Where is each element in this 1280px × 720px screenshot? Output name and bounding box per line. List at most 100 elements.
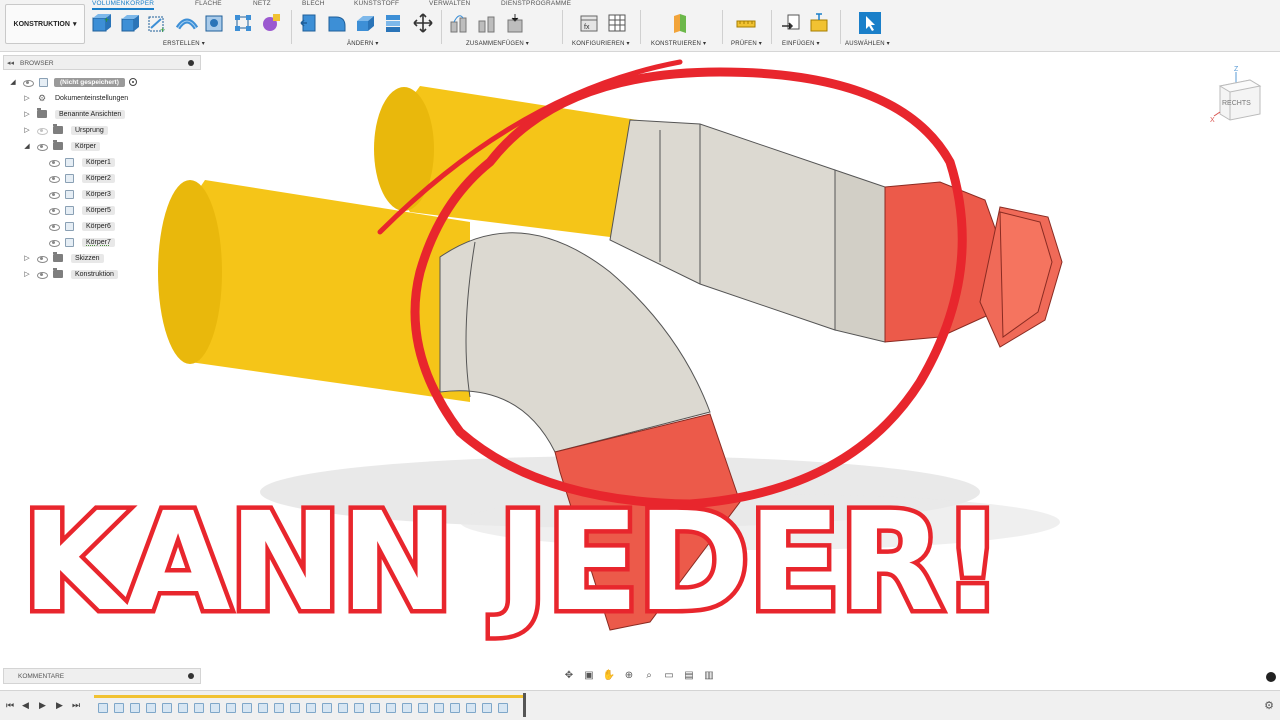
tab-volumenkoerper[interactable]: VOLUMENKÖRPER (92, 0, 155, 10)
collapse-icon[interactable]: ◂◂ (7, 59, 14, 67)
visibility-eye-icon[interactable] (49, 223, 60, 231)
tab-kunststoff[interactable]: KUNSTSTOFF (354, 0, 399, 7)
timeline-marker[interactable] (523, 693, 526, 717)
expand-icon[interactable]: ▷ (23, 126, 31, 134)
browser-header[interactable]: ◂◂ BROWSER (3, 55, 201, 70)
display-settings-icon[interactable]: ▭ (662, 669, 676, 681)
group-label-aendern[interactable]: ÄNDERN ▾ (347, 40, 379, 47)
tree-item-bodies[interactable]: ◢ Körper (23, 139, 101, 153)
workspace-switcher[interactable]: KONSTRUKTION ▾ (5, 4, 85, 44)
tree-item-named-views[interactable]: ▷ Benannte Ansichten (23, 107, 126, 121)
tree-item-construction[interactable]: ▷ Konstruktion (23, 267, 118, 281)
timeline-feature[interactable] (194, 703, 204, 713)
expand-icon[interactable]: ◢ (9, 78, 17, 86)
timeline-feature[interactable] (402, 703, 412, 713)
play-icon[interactable]: ▶ (39, 700, 46, 711)
joint-icon[interactable] (448, 12, 470, 34)
step-back-icon[interactable]: ◀ (22, 700, 29, 711)
grid-settings-icon[interactable]: ▤ (682, 669, 696, 681)
timeline-feature[interactable] (226, 703, 236, 713)
fit-icon[interactable]: ⌕ (642, 669, 656, 681)
tree-item-document-settings[interactable]: ▷ ⚙ Dokumenteinstellungen (23, 91, 128, 105)
group-label-einfuegen[interactable]: EINFÜGEN ▾ (782, 40, 820, 47)
timeline-feature[interactable] (258, 703, 268, 713)
measure-icon[interactable] (735, 12, 757, 34)
timeline-feature[interactable] (306, 703, 316, 713)
new-component-icon[interactable]: + (90, 12, 112, 34)
expand-icon[interactable]: ▷ (23, 110, 31, 118)
timeline-feature[interactable] (210, 703, 220, 713)
insert-derive-icon[interactable] (780, 12, 802, 34)
tab-verwalten[interactable]: VERWALTEN (429, 0, 470, 7)
insert-canvas-icon[interactable] (808, 12, 830, 34)
combine-icon[interactable] (382, 12, 404, 34)
timeline-feature[interactable] (130, 703, 140, 713)
tab-flaeche[interactable]: FLÄCHE (195, 0, 222, 7)
viewports-icon[interactable]: ▥ (702, 669, 716, 681)
step-forward-icon[interactable]: ▶ (56, 700, 63, 711)
comments-panel[interactable]: KOMMENTARE (3, 668, 201, 684)
hole-icon[interactable] (203, 12, 225, 34)
timeline-feature[interactable] (290, 703, 300, 713)
visibility-eye-icon[interactable] (49, 191, 60, 199)
activate-target-icon[interactable] (128, 78, 137, 86)
timeline-feature[interactable] (354, 703, 364, 713)
visibility-eye-icon[interactable] (49, 159, 60, 167)
pattern-icon[interactable] (232, 12, 254, 34)
create-sketch-icon[interactable]: + (146, 12, 168, 34)
sweep-icon[interactable] (176, 12, 198, 34)
timeline-feature[interactable] (242, 703, 252, 713)
visibility-eye-icon[interactable] (49, 207, 60, 215)
table-icon[interactable] (606, 12, 628, 34)
visibility-eye-icon[interactable] (37, 271, 48, 279)
expand-icon[interactable]: ▷ (23, 270, 31, 278)
timeline-feature[interactable] (418, 703, 428, 713)
timeline-feature[interactable] (338, 703, 348, 713)
tree-item-body[interactable]: Körper2 (43, 171, 115, 185)
group-label-pruefen[interactable]: PRÜFEN ▾ (731, 40, 762, 47)
expand-icon[interactable]: ▷ (23, 94, 31, 102)
extrude-icon[interactable] (118, 12, 140, 34)
tree-item-body[interactable]: Körper6 (43, 219, 115, 233)
hex-duct-red[interactable] (884, 181, 1001, 343)
tree-item-body[interactable]: Körper5 (43, 203, 115, 217)
expand-icon[interactable]: ▷ (23, 254, 31, 262)
group-label-konfigurieren[interactable]: KONFIGURIEREN ▾ (572, 40, 630, 47)
timeline-feature[interactable] (178, 703, 188, 713)
visibility-eye-icon[interactable] (23, 79, 34, 87)
tree-item-origin[interactable]: ▷ Ursprung (23, 123, 108, 137)
timeline-feature[interactable] (466, 703, 476, 713)
timeline-feature[interactable] (434, 703, 444, 713)
tree-item-body[interactable]: Körper1 (43, 155, 115, 169)
expand-icon[interactable]: ◢ (23, 142, 31, 150)
fillet-icon[interactable] (326, 12, 348, 34)
timeline-feature[interactable] (498, 703, 508, 713)
zoom-icon[interactable]: ⊕ (622, 669, 636, 681)
group-label-konstruieren[interactable]: KONSTRUIEREN ▾ (651, 40, 706, 47)
group-label-erstellen[interactable]: ERSTELLEN ▾ (163, 40, 205, 47)
press-pull-icon[interactable] (298, 12, 320, 34)
timeline-feature[interactable] (386, 703, 396, 713)
panel-pin-icon[interactable] (188, 60, 194, 66)
timeline-feature[interactable] (274, 703, 284, 713)
timeline-feature[interactable] (450, 703, 460, 713)
look-at-icon[interactable]: ▣ (582, 669, 596, 681)
visibility-eye-icon[interactable] (37, 127, 48, 135)
tab-dienstprogramme[interactable]: DIENSTPROGRAMME (501, 0, 571, 7)
group-label-auswaehlen[interactable]: AUSWÄHLEN ▾ (845, 40, 890, 47)
joint-origin-icon[interactable] (504, 12, 526, 34)
timeline-feature[interactable] (162, 703, 172, 713)
gear-icon[interactable]: ⚙ (1264, 699, 1274, 712)
timeline-track[interactable] (94, 695, 524, 717)
visibility-eye-icon[interactable] (37, 143, 48, 151)
tree-item-body[interactable]: Körper3 (43, 187, 115, 201)
go-to-end-icon[interactable]: ⏭ (72, 700, 80, 711)
view-cube[interactable]: Z RECHTS X (1210, 62, 1268, 124)
select-icon[interactable] (859, 12, 881, 34)
visibility-eye-icon[interactable] (49, 239, 60, 247)
transition-back-grey[interactable] (609, 119, 836, 331)
timeline-feature[interactable] (482, 703, 492, 713)
as-built-joint-icon[interactable] (476, 12, 498, 34)
panel-pin-icon[interactable] (188, 673, 194, 679)
form-icon[interactable] (260, 12, 282, 34)
